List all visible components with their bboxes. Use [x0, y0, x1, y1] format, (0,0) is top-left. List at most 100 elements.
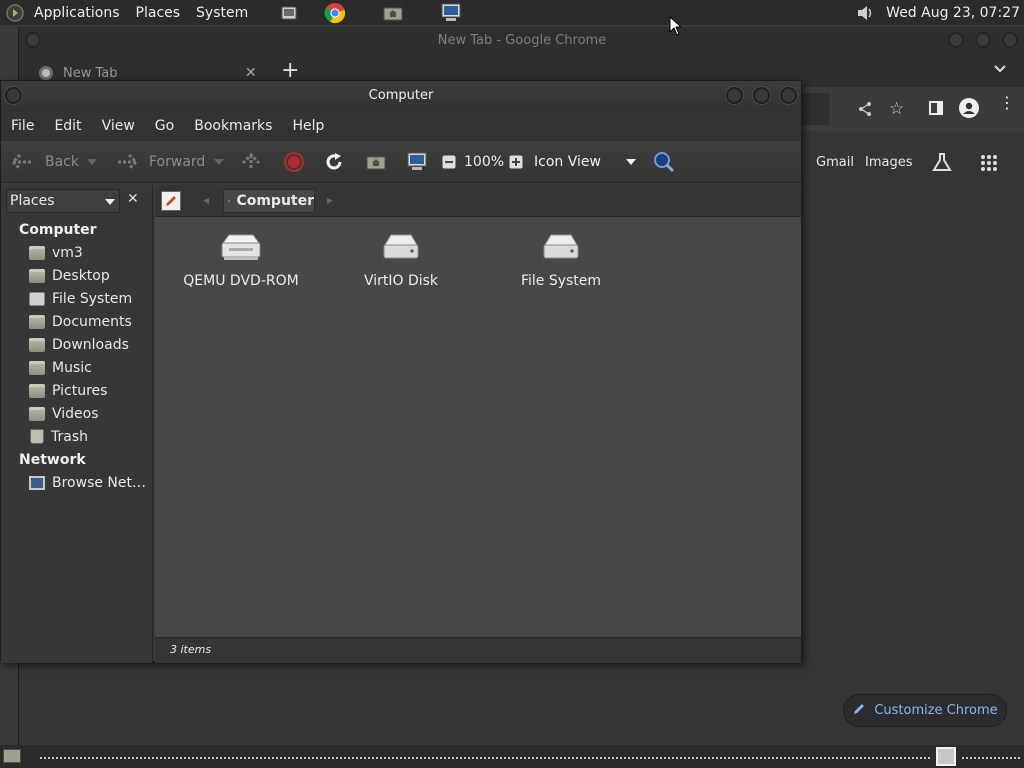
zoom-level[interactable]: 100% — [464, 141, 504, 183]
fm-maximize-button[interactable] — [753, 87, 770, 104]
item-label: QEMU DVD-ROM — [183, 273, 299, 289]
path-button-computer[interactable]: Computer — [223, 189, 315, 213]
computer-icon — [228, 200, 231, 202]
clock[interactable]: Wed Aug 23, 07:27 — [878, 0, 1024, 25]
sidebar-type-label: Places — [10, 193, 55, 209]
gmail-link[interactable]: Gmail — [816, 155, 854, 170]
item-label: File System — [520, 273, 602, 289]
sidebar-item-trash[interactable]: Trash — [29, 425, 88, 448]
menu-places[interactable]: Places — [128, 0, 189, 25]
workspace-switcher[interactable] — [936, 747, 956, 766]
chrome-menu-icon[interactable]: ⋮ — [999, 95, 1015, 111]
up-arrow-icon[interactable] — [241, 141, 261, 183]
google-apps-grid-icon[interactable] — [980, 154, 998, 176]
chrome-minimize-button-right[interactable] — [948, 32, 964, 48]
sidebar-item-browse-network[interactable]: Browse Net… — [29, 471, 146, 494]
sidebar-item-file-system[interactable]: File System — [29, 287, 132, 310]
sidebar-item-documents[interactable]: Documents — [29, 310, 132, 333]
chrome-title-bar: New Tab - Google Chrome — [19, 27, 1024, 57]
folder-icon — [29, 268, 45, 283]
taskbar-separator-handle-right[interactable] — [962, 757, 1020, 759]
item-qemu-dvd-rom[interactable]: QEMU DVD-ROM — [171, 233, 311, 289]
sidebar-close-icon[interactable]: ✕ — [127, 191, 139, 207]
computer-icon[interactable] — [406, 141, 428, 183]
bookmark-star-icon[interactable]: ☆ — [889, 99, 904, 119]
profile-avatar-icon[interactable] — [959, 98, 979, 118]
fm-close-button[interactable] — [780, 87, 797, 104]
path-scroll-right-icon[interactable]: ▸ — [327, 193, 333, 207]
pencil-icon — [852, 702, 866, 720]
menu-go[interactable]: Go — [145, 118, 184, 134]
trash-icon — [30, 429, 44, 444]
show-desktop-icon[interactable] — [276, 0, 302, 25]
menu-file[interactable]: File — [1, 118, 44, 134]
images-link[interactable]: Images — [865, 155, 913, 170]
menu-system[interactable]: System — [188, 0, 256, 25]
chrome-close-button[interactable] — [1002, 32, 1018, 48]
path-scroll-left-icon[interactable]: ◂ — [203, 193, 209, 207]
tab-close-icon[interactable]: ✕ — [245, 65, 257, 81]
menu-bookmarks[interactable]: Bookmarks — [184, 118, 282, 134]
forward-history-dropdown-icon[interactable] — [214, 141, 224, 183]
sidebar-item-label: vm3 — [52, 244, 83, 261]
hard-disk-icon — [379, 233, 423, 263]
toggle-location-entry-icon[interactable] — [161, 191, 181, 211]
sidebar-item-desktop[interactable]: Desktop — [29, 264, 110, 287]
sidebar-item-videos[interactable]: Videos — [29, 402, 99, 425]
item-virtio-disk[interactable]: VirtIO Disk — [331, 233, 471, 289]
home-folder-icon[interactable] — [366, 141, 386, 183]
volume-icon[interactable] — [852, 0, 878, 25]
view-mode-dropdown-icon — [626, 159, 636, 165]
customize-chrome-button[interactable]: Customize Chrome — [843, 694, 1007, 727]
stop-icon[interactable] — [284, 141, 304, 183]
chrome-tab-favicon-icon — [39, 66, 53, 80]
menu-help[interactable]: Help — [282, 118, 334, 134]
zoom-out-icon[interactable] — [442, 141, 456, 183]
sidebar-item-label: Downloads — [52, 336, 129, 353]
fm-icon-view[interactable]: QEMU DVD-ROM VirtIO Disk File System — [155, 217, 801, 637]
folder-icon — [29, 337, 45, 352]
home-folder-launcher-icon[interactable] — [380, 0, 406, 25]
taskbar-separator-handle[interactable] — [40, 757, 930, 759]
folder-icon — [29, 406, 45, 421]
folder-icon — [29, 360, 45, 375]
tab-search-chevron-icon[interactable] — [993, 63, 1007, 78]
sidebar-item-pictures[interactable]: Pictures — [29, 379, 107, 402]
menu-applications[interactable]: Applications — [26, 0, 128, 25]
chrome-maximize-button[interactable] — [975, 32, 991, 48]
fm-window-menu-button[interactable] — [5, 87, 22, 104]
sidebar-item-downloads[interactable]: Downloads — [29, 333, 129, 356]
chrome-launcher-icon[interactable] — [322, 0, 348, 25]
reload-icon[interactable] — [324, 141, 344, 183]
sidebar-item-music[interactable]: Music — [29, 356, 92, 379]
sidebar-item-label: Documents — [52, 313, 132, 330]
menu-view[interactable]: View — [92, 118, 145, 134]
back-button[interactable]: Back — [11, 141, 79, 183]
menu-edit[interactable]: Edit — [44, 118, 91, 134]
side-panel-icon[interactable] — [929, 101, 943, 115]
show-desktop-folder-icon[interactable] — [3, 749, 21, 763]
item-file-system[interactable]: File System — [491, 233, 631, 289]
main-menu-logo-icon[interactable] — [4, 0, 26, 25]
chrome-minimize-button[interactable] — [25, 32, 41, 48]
sidebar-type-select[interactable]: Places — [6, 189, 120, 213]
zoom-in-icon[interactable] — [509, 141, 523, 183]
home-folder-icon — [29, 245, 45, 260]
computer-launcher-icon[interactable] — [438, 0, 464, 25]
path-label: Computer — [236, 193, 314, 209]
share-icon[interactable] — [857, 101, 873, 121]
network-icon — [29, 475, 45, 490]
hard-disk-icon — [539, 233, 583, 263]
folder-icon — [29, 314, 45, 329]
back-history-dropdown-icon[interactable] — [87, 141, 97, 183]
fm-minimize-button[interactable] — [726, 87, 743, 104]
sidebar-item-vm3[interactable]: vm3 — [29, 241, 83, 264]
fm-window-title: Computer — [368, 88, 434, 103]
view-mode-select[interactable]: Icon View — [534, 141, 638, 183]
labs-flask-icon[interactable] — [931, 151, 953, 177]
drive-icon — [29, 291, 45, 306]
fm-title-bar[interactable]: Computer — [1, 81, 801, 111]
view-mode-label: Icon View — [534, 154, 601, 170]
search-icon[interactable] — [653, 141, 675, 183]
forward-button[interactable]: Forward — [116, 141, 205, 183]
